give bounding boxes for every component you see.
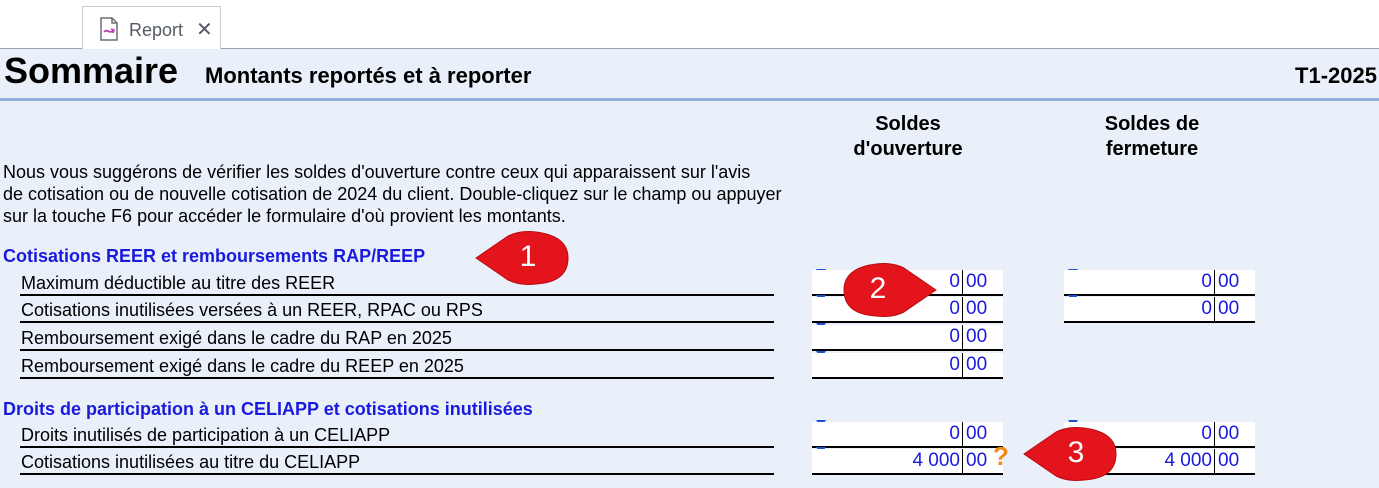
page-title: Sommaire bbox=[4, 50, 179, 91]
tab-report-label: Report bbox=[129, 20, 184, 40]
tab-report[interactable]: Report ✕ bbox=[82, 6, 221, 50]
opening-fhsa-unused-contributions-field[interactable]: 4 000 00 bbox=[812, 449, 1003, 475]
amount-cents: 00 bbox=[1218, 271, 1240, 292]
column-header-opening: Soldes d'ouverture bbox=[818, 112, 998, 162]
callout-badge-1: 1 bbox=[474, 230, 569, 285]
closing-rrsp-deduction-limit-field[interactable]: 0 00 bbox=[1064, 270, 1255, 296]
column-header-opening-line2: d'ouverture bbox=[853, 138, 963, 160]
row-label-llp-repayment: Remboursement exigé dans le cadre du REE… bbox=[20, 353, 774, 379]
section-title-fhsa: Droits de participation à un CELIAPP et … bbox=[3, 399, 533, 419]
callout-badge-3: 3 bbox=[1022, 426, 1117, 481]
callout-badge-2: 2 bbox=[840, 262, 937, 317]
column-header-closing-line2: fermeture bbox=[1105, 138, 1199, 160]
opening-fhsa-participation-room-field[interactable]: 0 00 bbox=[812, 422, 1003, 448]
intro-line: de cotisation ou de nouvelle cotisation … bbox=[3, 184, 782, 204]
amount-dollars: 0 bbox=[1064, 270, 1215, 294]
amount-dollars: 0 bbox=[812, 353, 963, 377]
amount-cents: 00 bbox=[1218, 298, 1240, 319]
callout-number: 1 bbox=[519, 240, 537, 273]
column-header-closing: Soldes de fermeture bbox=[1062, 112, 1242, 162]
amount-cents: 00 bbox=[966, 298, 988, 319]
opening-llp-repayment-field[interactable]: 0 00 bbox=[812, 353, 1003, 379]
closing-unused-rrsp-contributions-field[interactable]: 0 00 bbox=[1064, 297, 1255, 323]
callout-number: 3 bbox=[1067, 436, 1085, 469]
help-question-icon[interactable]: ? bbox=[993, 441, 1009, 472]
callout-number: 2 bbox=[869, 272, 887, 305]
intro-line: sur la touche F6 pour accéder le formula… bbox=[3, 206, 566, 226]
amount-dollars: 4 000 bbox=[812, 449, 963, 473]
row-label-fhsa-participation-room: Droits inutilisés de participation à un … bbox=[20, 422, 774, 448]
opening-hbp-repayment-field[interactable]: 0 00 bbox=[812, 325, 1003, 351]
summary-form: Sommaire Montants reportés et à reporter… bbox=[0, 49, 1379, 488]
close-icon[interactable]: ✕ bbox=[196, 17, 213, 42]
header-divider bbox=[0, 98, 1379, 101]
amount-cents: 00 bbox=[1218, 423, 1240, 444]
row-label-hbp-repayment: Remboursement exigé dans le cadre du RAP… bbox=[20, 325, 774, 351]
intro-line: Nous vous suggérons de vérifier les sold… bbox=[3, 162, 751, 182]
tab-bar: Report ✕ bbox=[0, 0, 1379, 50]
row-label-fhsa-unused-contributions: Cotisations inutilisées au titre du CELI… bbox=[20, 449, 774, 475]
amount-dollars: 0 bbox=[1064, 297, 1215, 321]
form-code: T1-2025 bbox=[1295, 63, 1377, 88]
amount-dollars: 0 bbox=[812, 422, 963, 446]
amount-cents: 00 bbox=[966, 354, 988, 375]
column-header-opening-line1: Soldes bbox=[875, 113, 941, 135]
page-subtitle: Montants reportés et à reporter bbox=[205, 63, 532, 88]
amount-dollars: 0 bbox=[812, 325, 963, 349]
intro-text: Nous vous suggérons de vérifier les sold… bbox=[3, 161, 873, 227]
amount-cents: 00 bbox=[966, 326, 988, 347]
column-header-closing-line1: Soldes de bbox=[1104, 113, 1200, 135]
section-title-rrsp: Cotisations REER et remboursements RAP/R… bbox=[3, 246, 426, 266]
amount-cents: 00 bbox=[1218, 450, 1240, 471]
row-label-unused-rrsp-contributions: Cotisations inutilisées versées à un REE… bbox=[20, 297, 774, 323]
amount-cents: 00 bbox=[966, 271, 988, 292]
report-file-icon bbox=[100, 17, 118, 41]
row-label-rrsp-deduction-limit: Maximum déductible au titre des REER bbox=[20, 270, 774, 296]
